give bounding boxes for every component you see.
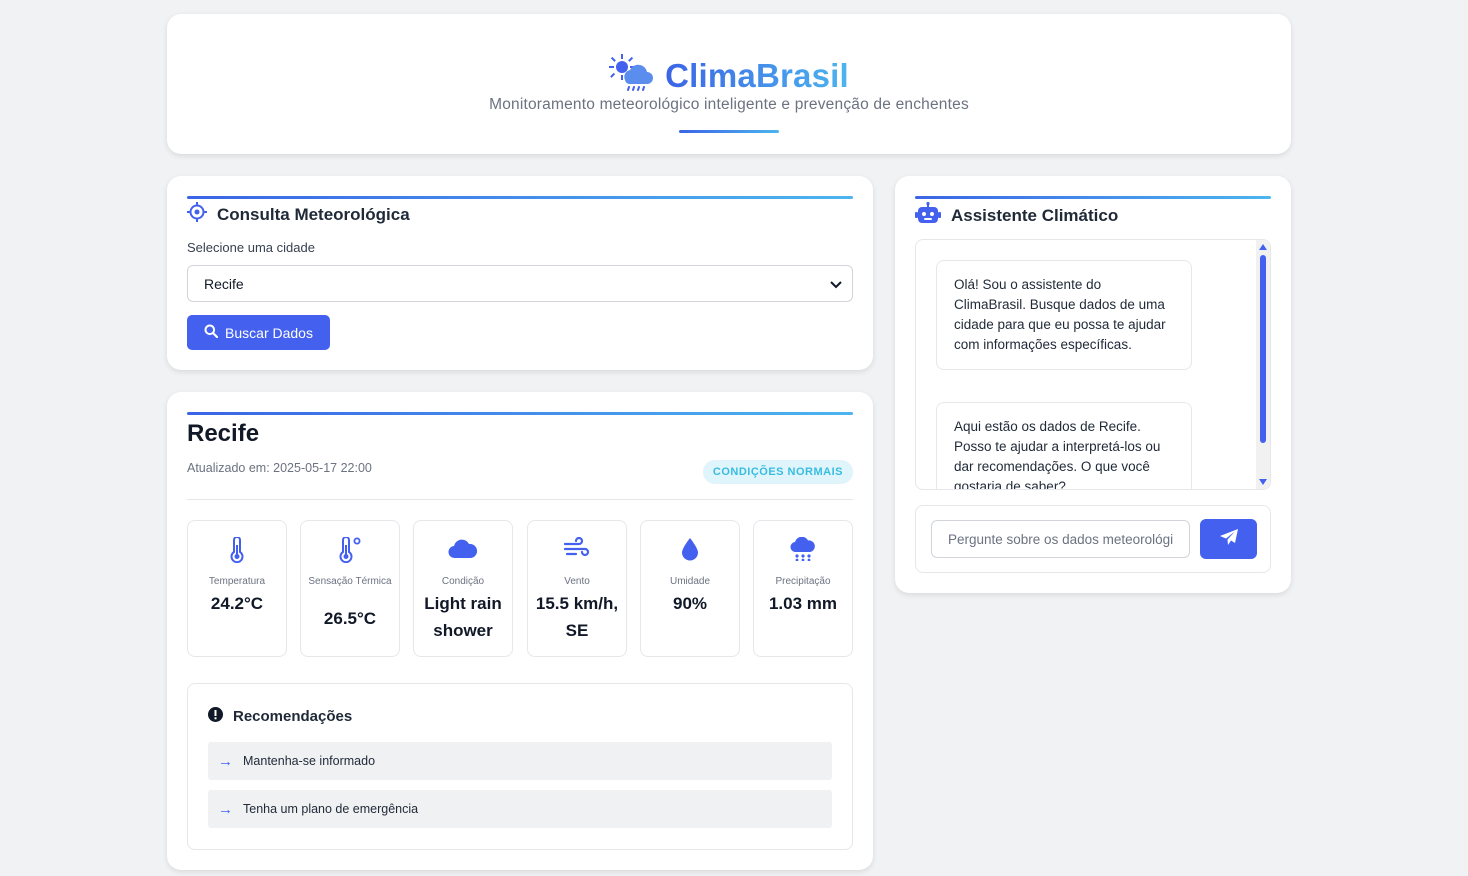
- recommendations-box: Recomendações → Mantenha-se informado → …: [187, 683, 853, 850]
- tile-value: 24.2°C: [210, 594, 264, 613]
- chat-messages[interactable]: Olá! Sou o assistente do ClimaBrasil. Bu…: [915, 239, 1271, 490]
- tile-feels-like: Sensação Térmica 26.5°C: [300, 520, 400, 657]
- assistant-message: Aqui estão os dados de Recife. Posso te …: [936, 402, 1192, 489]
- brand: ClimaBrasil: [167, 54, 1291, 97]
- status-badge: CONDIÇÕES NORMAIS: [702, 460, 853, 484]
- city-name: Recife: [187, 420, 260, 447]
- city-select[interactable]: Recife: [187, 265, 853, 302]
- app-title: ClimaBrasil: [665, 56, 849, 94]
- city-select-label: Selecione uma cidade: [187, 240, 315, 255]
- weather-card: Recife Atualizado em: 2025-05-17 22:00 C…: [167, 392, 873, 870]
- tile-humidity: Umidade 90%: [640, 520, 740, 657]
- tile-wind: Vento 15.5 km/h, SE: [527, 520, 627, 657]
- divider: [187, 499, 853, 500]
- tile-value: 15.5 km/h, SE: [535, 594, 619, 640]
- assistant-title: Assistente Climático: [951, 205, 1119, 225]
- recommendations-title: Recomendações: [233, 708, 353, 725]
- arrow-right-icon: →: [218, 800, 233, 818]
- chat-input-area: [915, 505, 1271, 573]
- tile-label: Temperatura: [208, 576, 266, 587]
- cloud-rain-icon: [754, 537, 852, 561]
- tile-value: Light rain shower: [424, 594, 502, 640]
- app-subtitle: Monitoramento meteorológico inteligente …: [489, 96, 969, 113]
- updated-timestamp: Atualizado em: 2025-05-17 22:00: [187, 461, 372, 475]
- consulta-title: Consulta Meteorológica: [217, 204, 410, 224]
- tile-condition: Condição Light rain shower: [413, 520, 513, 657]
- recommendation-text: Tenha um plano de emergência: [243, 802, 419, 816]
- scroll-thumb[interactable]: [1260, 255, 1266, 443]
- assistant-message: Olá! Sou o assistente do ClimaBrasil. Bu…: [936, 260, 1192, 370]
- robot-icon: [915, 201, 941, 229]
- search-icon: [204, 324, 219, 341]
- consulta-heading: Consulta Meteorológica: [187, 202, 410, 227]
- cloud-icon: [414, 537, 512, 559]
- paper-plane-icon: [1219, 528, 1239, 551]
- card-accent-bar: [915, 196, 1271, 199]
- scroll-up-icon[interactable]: [1259, 244, 1267, 250]
- sun-cloud-rain-icon: [609, 54, 654, 97]
- crosshair-icon: [187, 202, 207, 227]
- exclamation-circle-icon: [208, 707, 223, 726]
- droplet-icon: [641, 537, 739, 561]
- scroll-down-icon[interactable]: [1259, 479, 1267, 485]
- tile-temperature: Temperatura 24.2°C: [187, 520, 287, 657]
- consulta-card: Consulta Meteorológica Selecione uma cid…: [167, 176, 873, 370]
- tile-label: Sensação Térmica: [308, 576, 392, 587]
- assistant-card: Assistente Climático Olá! Sou o assisten…: [895, 176, 1291, 593]
- recommendation-text: Mantenha-se informado: [243, 754, 376, 768]
- tile-value: 90%: [672, 594, 708, 613]
- wind-icon: [528, 537, 626, 559]
- send-button[interactable]: [1200, 519, 1257, 559]
- card-accent-bar: [187, 412, 853, 415]
- search-button-label: Buscar Dados: [225, 324, 313, 341]
- header-accent-line: [679, 130, 779, 133]
- chevron-down-icon: [830, 276, 842, 292]
- tile-label: Vento: [564, 576, 590, 587]
- feels-like-icon: [301, 537, 399, 563]
- thermometer-icon: [188, 537, 286, 563]
- assistant-heading: Assistente Climático: [915, 201, 1119, 229]
- tile-label: Condição: [441, 576, 485, 587]
- city-select-value: Recife: [204, 275, 244, 292]
- weather-tiles: Temperatura 24.2°C Sensação Térmica 26.5…: [187, 520, 853, 657]
- recommendation-item: → Tenha um plano de emergência: [208, 790, 832, 828]
- card-accent-bar: [187, 196, 853, 199]
- arrow-right-icon: →: [218, 752, 233, 770]
- tile-label: Umidade: [669, 576, 711, 587]
- chat-scrollbar[interactable]: [1256, 240, 1270, 489]
- tile-value: 26.5°C: [323, 609, 377, 628]
- tile-value: 1.03 mm: [768, 594, 838, 613]
- search-data-button[interactable]: Buscar Dados: [187, 315, 330, 350]
- tile-precipitation: Precipitação 1.03 mm: [753, 520, 853, 657]
- tile-label: Precipitação: [775, 576, 831, 587]
- recommendations-heading: Recomendações: [208, 707, 352, 726]
- recommendation-item: → Mantenha-se informado: [208, 742, 832, 780]
- header-card: ClimaBrasil Monitoramento meteorológico …: [167, 14, 1291, 154]
- chat-input[interactable]: [931, 520, 1190, 558]
